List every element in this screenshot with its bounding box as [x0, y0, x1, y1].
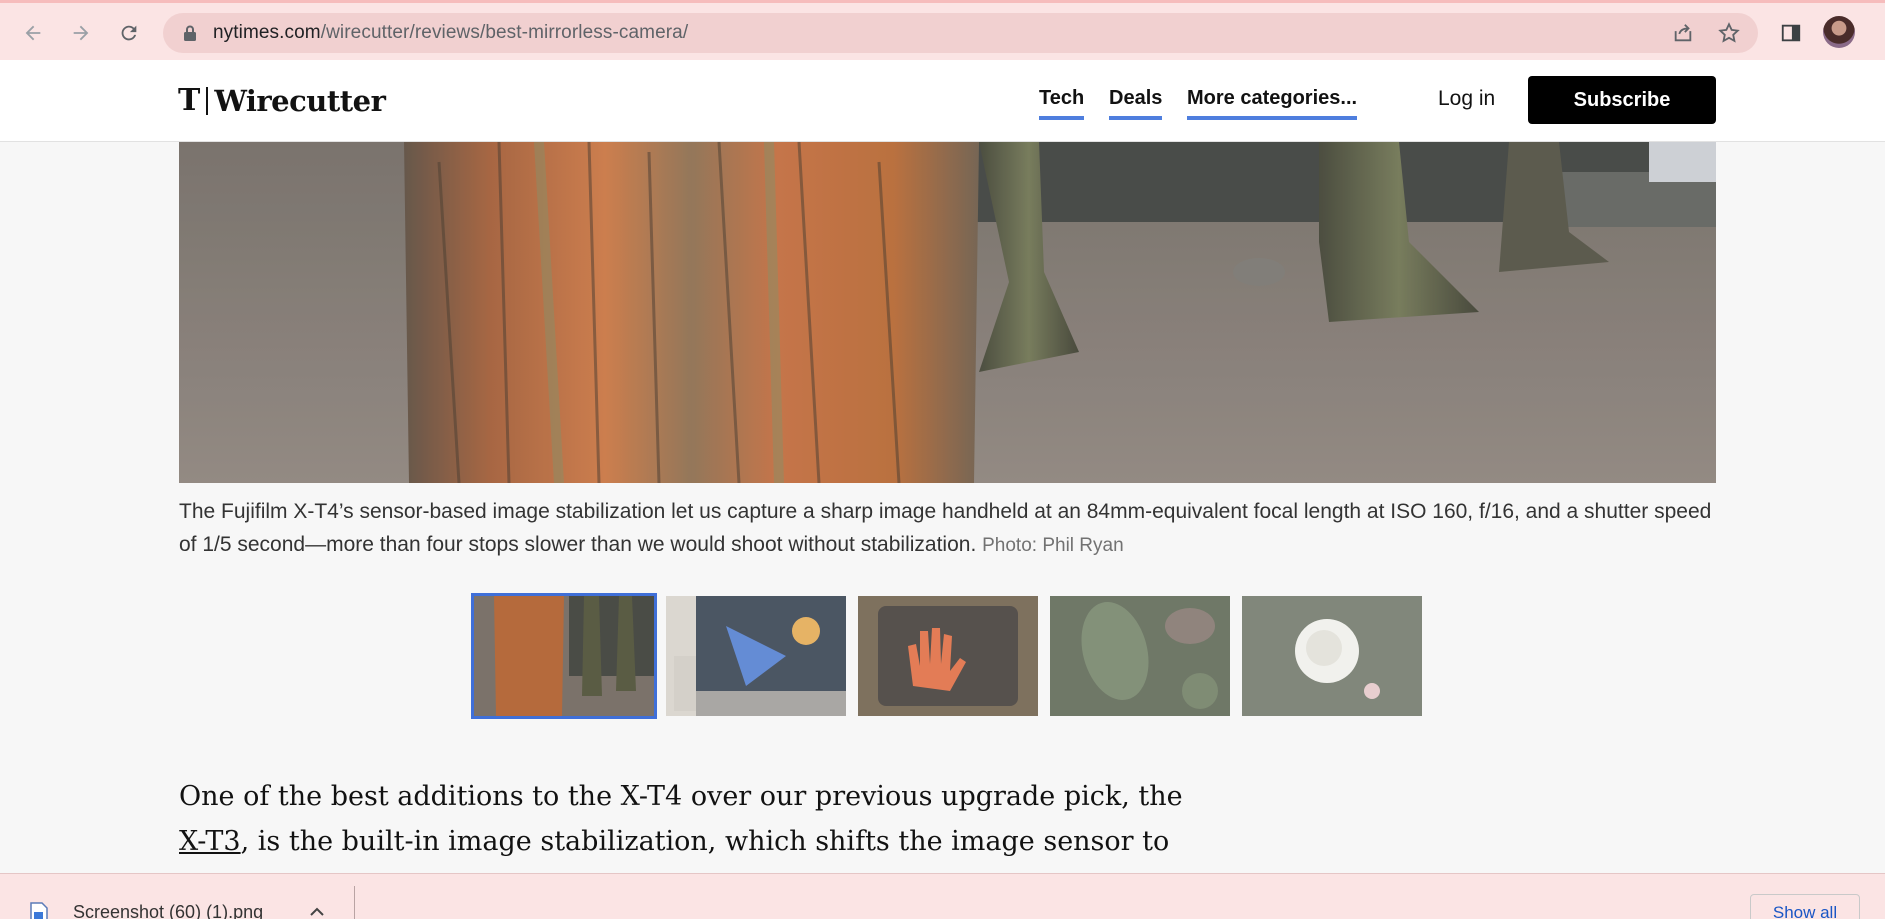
- side-panel-icon[interactable]: [1776, 18, 1806, 48]
- arrow-right-icon: [73, 25, 89, 41]
- thumbnail-mural[interactable]: [666, 596, 846, 716]
- thumbnail-white-rose[interactable]: [1242, 596, 1422, 716]
- wirecutter-logo[interactable]: T Wirecutter: [178, 83, 386, 119]
- photo-caption: The Fujifilm X-T4’s sensor-based image s…: [179, 495, 1716, 562]
- thumbnail-tree-trunk[interactable]: [471, 593, 657, 719]
- article-text-before: One of the best additions to the X-T4 ov…: [179, 781, 1183, 812]
- article-paragraph: One of the best additions to the X-T4 ov…: [179, 774, 1189, 864]
- browser-toolbar: nytimes.com/wirecutter/reviews/best-mirr…: [0, 0, 1885, 60]
- chevron-up-icon[interactable]: [310, 904, 324, 919]
- nav-more-categories[interactable]: More categories...: [1187, 87, 1358, 120]
- thumbnail-crosswalk-signal[interactable]: [858, 596, 1038, 716]
- logo-divider: [206, 87, 209, 115]
- forward-button[interactable]: [66, 18, 96, 48]
- bookmark-star-icon[interactable]: [1717, 21, 1741, 45]
- share-icon[interactable]: [1671, 21, 1695, 45]
- nav-tech[interactable]: Tech: [1039, 87, 1085, 120]
- url-path: /wirecutter/reviews/best-mirrorless-came…: [320, 22, 689, 43]
- reload-button[interactable]: [114, 18, 144, 48]
- file-icon: [30, 902, 48, 919]
- downloads-divider: [354, 886, 355, 919]
- subscribe-button[interactable]: Subscribe: [1528, 76, 1716, 124]
- hero-photo: [179, 142, 1716, 483]
- thumbnail-leaves[interactable]: [1050, 596, 1230, 716]
- profile-avatar[interactable]: [1823, 16, 1855, 48]
- download-file-name[interactable]: Screenshot (60) (1).png: [73, 902, 263, 919]
- nav-deals[interactable]: Deals: [1109, 87, 1163, 120]
- back-button[interactable]: [18, 18, 48, 48]
- gallery-thumbnails: [471, 593, 1422, 719]
- arrow-left-icon: [25, 25, 41, 41]
- reload-icon: [121, 25, 137, 41]
- url-domain: nytimes.com: [213, 22, 321, 43]
- site-header: T Wirecutter Tech Deals More categories.…: [0, 60, 1885, 142]
- caption-text: The Fujifilm X-T4’s sensor-based image s…: [179, 500, 1712, 556]
- url-text: nytimes.com/wirecutter/reviews/best-mirr…: [213, 22, 688, 44]
- login-link[interactable]: Log in: [1438, 87, 1495, 111]
- downloads-bar: Screenshot (60) (1).png Show all: [0, 873, 1885, 919]
- address-bar[interactable]: nytimes.com/wirecutter/reviews/best-mirr…: [163, 13, 1758, 53]
- logo-wordmark: Wirecutter: [214, 84, 386, 118]
- lock-icon: [181, 24, 199, 42]
- photo-credit: Photo: Phil Ryan: [982, 535, 1124, 556]
- x-t3-link[interactable]: X-T3: [179, 826, 241, 857]
- nyt-t-logo: T: [178, 83, 201, 118]
- article-text-after: , is the built-in image stabilization, w…: [240, 826, 1170, 857]
- show-all-button[interactable]: Show all: [1750, 894, 1860, 919]
